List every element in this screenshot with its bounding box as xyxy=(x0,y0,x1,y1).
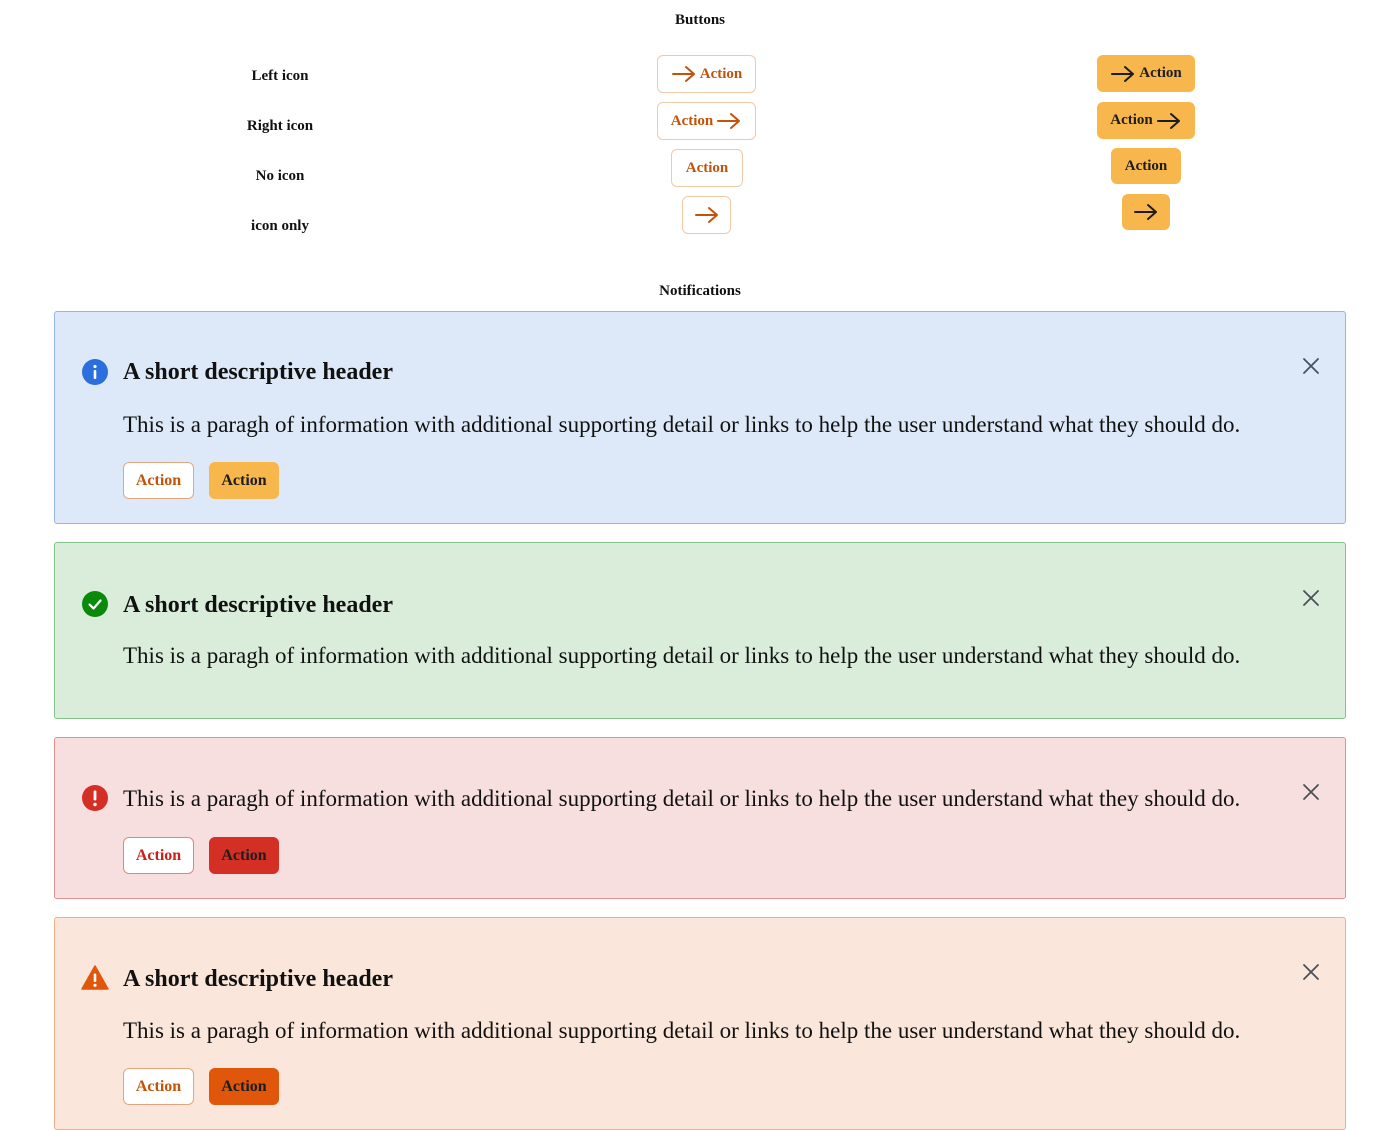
close-icon[interactable] xyxy=(1301,962,1321,982)
arrow-right-icon xyxy=(1133,203,1159,221)
button-label: Action xyxy=(1110,112,1153,128)
buttons-section-title: Buttons xyxy=(674,12,726,28)
notification-success: A short descriptive header This is a par… xyxy=(54,542,1346,719)
row-label-icon-only: icon only xyxy=(251,218,309,234)
close-icon[interactable] xyxy=(1301,782,1321,802)
button-label: Action xyxy=(699,65,743,82)
notification-body: This is a paragh of information with add… xyxy=(123,412,1241,437)
warning-triangle-icon xyxy=(81,964,109,992)
outline-no-icon-action-button[interactable]: Action xyxy=(671,149,743,187)
arrow-right-icon xyxy=(1110,65,1136,83)
notification-header: A short descriptive header xyxy=(123,966,393,992)
notification-secondary-action-button[interactable]: Action xyxy=(123,1068,194,1105)
notification-secondary-action-button[interactable]: Action xyxy=(123,837,194,874)
info-icon xyxy=(81,358,109,386)
exclamation-circle-icon xyxy=(81,784,109,812)
notification-body: This is a paragh of information with add… xyxy=(123,1018,1241,1043)
notifications-section-title: Notifications xyxy=(659,283,741,299)
notification-primary-action-button[interactable]: Action xyxy=(209,462,279,499)
outline-icon-only-button[interactable] xyxy=(682,196,731,234)
arrow-right-icon xyxy=(1156,112,1182,130)
notification-error: This is a paragh of information with add… xyxy=(54,737,1346,899)
row-label-right-icon: Right icon xyxy=(246,118,314,134)
button-label: Action xyxy=(1139,65,1182,81)
outline-right-icon-action-button[interactable]: Action xyxy=(657,102,756,140)
arrow-right-icon xyxy=(671,65,697,83)
notification-body: This is a paragh of information with add… xyxy=(123,786,1241,811)
row-label-left-icon: Left icon xyxy=(251,68,309,84)
outline-left-icon-action-button[interactable]: Action xyxy=(657,55,756,93)
button-label: Action xyxy=(1124,157,1168,174)
arrow-right-icon xyxy=(716,112,742,130)
notification-warning: A short descriptive header This is a par… xyxy=(54,917,1346,1130)
notification-body: This is a paragh of information with add… xyxy=(123,643,1241,668)
solid-left-icon-action-button[interactable]: Action xyxy=(1097,55,1195,92)
close-icon[interactable] xyxy=(1301,356,1321,376)
notification-secondary-action-button[interactable]: Action xyxy=(123,462,194,499)
solid-no-icon-action-button[interactable]: Action xyxy=(1111,148,1181,184)
notification-info: A short descriptive header This is a par… xyxy=(54,311,1346,524)
notification-header: A short descriptive header xyxy=(123,592,393,618)
row-label-no-icon: No icon xyxy=(255,168,305,184)
check-circle-icon xyxy=(81,590,109,618)
button-label: Action xyxy=(670,112,714,129)
solid-icon-only-button[interactable] xyxy=(1122,194,1170,230)
close-icon[interactable] xyxy=(1301,588,1321,608)
arrow-right-icon xyxy=(694,206,720,224)
solid-right-icon-action-button[interactable]: Action xyxy=(1097,102,1195,139)
notification-primary-action-button[interactable]: Action xyxy=(209,837,279,874)
button-label: Action xyxy=(685,159,729,176)
notification-primary-action-button[interactable]: Action xyxy=(209,1068,279,1105)
notification-header: A short descriptive header xyxy=(123,359,393,385)
